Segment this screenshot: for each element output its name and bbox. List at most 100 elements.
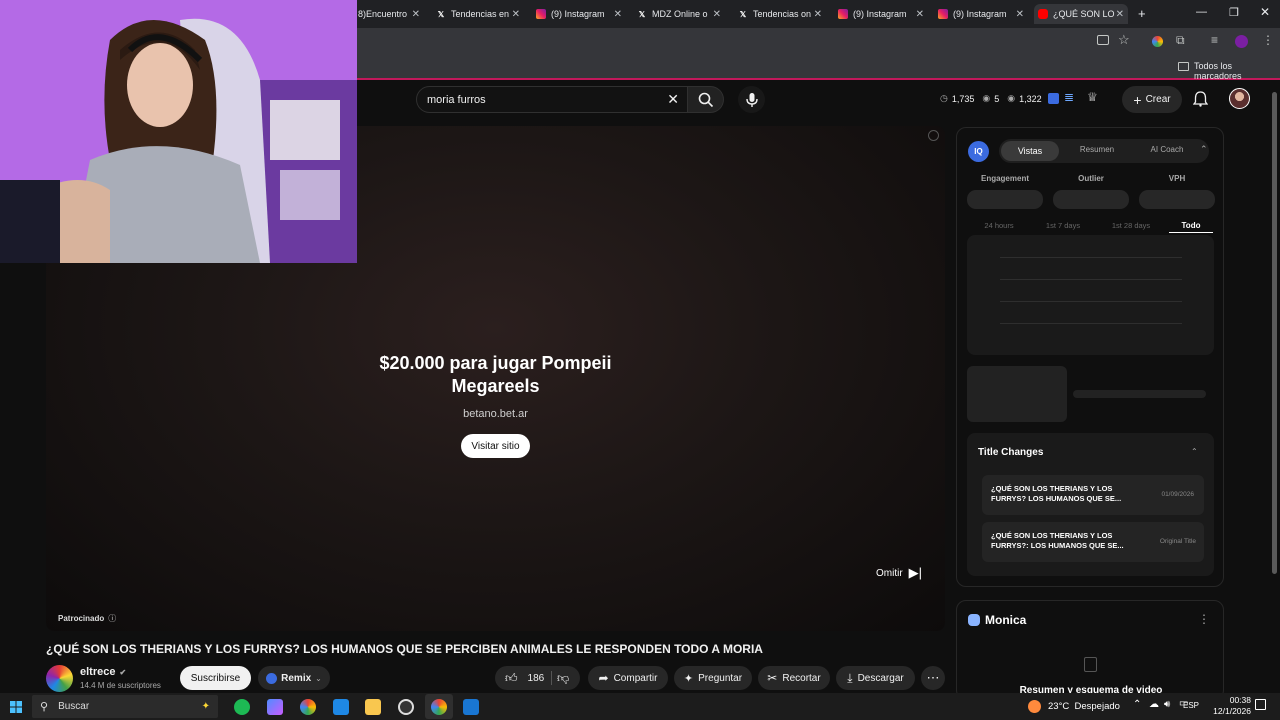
close-icon[interactable]: ✕ [713, 9, 721, 20]
language-indicator[interactable]: ESP [1183, 701, 1199, 710]
browser-tab-active[interactable]: ¿QUÉ SON LO ✕ [1034, 4, 1128, 24]
store-icon[interactable] [333, 699, 349, 715]
more-actions-button[interactable]: ⋯ [921, 666, 945, 690]
minimize-icon[interactable]: — [1196, 6, 1207, 18]
obs-icon[interactable] [398, 699, 414, 715]
taskbar-search[interactable]: ⚲ Buscar ✦ [32, 695, 218, 718]
browser-tab[interactable]: 𝕏 Tendencias on ✕ [738, 4, 822, 24]
thumbs-up-icon[interactable]: 👍︎ [505, 671, 518, 686]
visit-site-button[interactable]: Visitar sitio [461, 434, 530, 458]
volume-icon[interactable]: 🔊︎ [1164, 699, 1170, 710]
notifications-bell-icon[interactable] [1193, 91, 1208, 107]
extension-icon[interactable] [1152, 36, 1163, 47]
like-dislike-group: 👍︎ 186 👎︎ [495, 666, 580, 690]
tab-views[interactable]: Vistas [1001, 141, 1059, 161]
bookmark-star-icon[interactable]: ☆ [1118, 32, 1130, 48]
network-icon[interactable]: ☁ [1149, 699, 1159, 710]
browser-tab[interactable]: (9) Instagram ✕ [938, 4, 1024, 24]
tab-ai-coach[interactable]: AI Coach [1135, 145, 1199, 154]
windows-start-icon[interactable] [10, 701, 22, 713]
chrome-icon[interactable] [431, 699, 447, 715]
user-avatar[interactable] [1229, 88, 1250, 109]
range-28d[interactable]: 1st 28 days [1099, 221, 1163, 230]
range-7d[interactable]: 1st 7 days [1033, 221, 1093, 230]
search-input[interactable]: moria furros ✕ [416, 86, 688, 113]
trophy-icon[interactable]: ♕ [1087, 90, 1098, 104]
close-icon[interactable]: ✕ [916, 9, 924, 20]
profile-avatar-icon[interactable] [1235, 35, 1248, 48]
range-all[interactable]: Todo [1169, 221, 1213, 233]
clip-button[interactable]: ✂ Recortar [758, 666, 830, 690]
browser-tab[interactable]: 𝕏 MDZ Online o ✕ [637, 4, 721, 24]
media-control-icon[interactable]: ≡ [1211, 33, 1218, 47]
browser-tab[interactable]: 8)Encuentro ✕ [358, 4, 420, 24]
remix-button[interactable]: Remix ⌄ [258, 666, 330, 690]
verified-icon: ✔ [119, 667, 127, 677]
clock-time: 00:38 [1229, 695, 1251, 705]
share-button[interactable]: ➦ Compartir [588, 666, 668, 690]
channel-avatar[interactable] [46, 665, 73, 692]
clear-search-icon[interactable]: ✕ [667, 91, 679, 108]
skip-ad-button[interactable]: Omitir ▶| [876, 565, 922, 581]
close-icon[interactable]: ✕ [1116, 9, 1124, 20]
tray-chevron-icon[interactable]: ⌃ [1133, 699, 1141, 710]
title-changes-heading: Title Changes [978, 447, 1044, 458]
install-app-icon[interactable] [1097, 35, 1109, 45]
ad-domain: betano.bet.ar [463, 408, 528, 420]
channel-name-row[interactable]: eltrece ✔ [80, 666, 126, 678]
search-button[interactable] [688, 86, 724, 113]
collapse-chevron-icon[interactable]: ⌃ [1191, 447, 1198, 456]
sponsored-badge: Patrocinado ⓘ [58, 613, 116, 624]
browser-tab[interactable]: 𝕏 Tendencias en ✕ [436, 4, 520, 24]
search-icon: ⚲ [40, 701, 49, 713]
streamer-webcam-image [0, 0, 357, 263]
channel-name[interactable]: eltrece [80, 666, 115, 678]
close-icon[interactable]: ✕ [614, 9, 622, 20]
more-vertical-icon[interactable]: ⋮ [1198, 612, 1210, 626]
menu-kebab-icon[interactable]: ⋮ [1262, 33, 1274, 47]
eye-icon: ◉ [982, 93, 991, 103]
video-title: ¿QUÉ SON LOS THERIANS Y LOS FURRYS? LOS … [46, 642, 763, 656]
close-icon[interactable]: ✕ [1016, 9, 1024, 20]
download-button[interactable]: ⤓ Descargar [836, 666, 915, 690]
subscribe-button[interactable]: Suscribirse [180, 666, 251, 690]
collapse-chevron-icon[interactable]: ⌃ [1200, 144, 1208, 155]
metric-engagement-label: Engagement [980, 174, 1029, 183]
extensions-puzzle-icon[interactable]: ⧉ [1176, 33, 1185, 48]
all-bookmarks-link[interactable]: Todos los marcadores [1194, 61, 1280, 81]
ad-options-icon[interactable] [928, 130, 939, 141]
restore-icon[interactable]: ❐ [1229, 6, 1239, 19]
x-logo-icon: 𝕏 [437, 9, 445, 19]
ad-title: $20.000 para jugar Pompeii Megareels [379, 353, 612, 396]
create-button[interactable]: + Crear [1122, 86, 1182, 113]
weather-text[interactable]: 23°C Despejado [1048, 701, 1120, 712]
chrome-icon[interactable] [300, 699, 316, 715]
youtube-icon [1038, 9, 1048, 19]
editor-icon[interactable] [463, 699, 479, 715]
thumbs-down-icon[interactable]: 👎︎ [557, 671, 569, 686]
clock[interactable]: 00:38 12/1/2026 [1207, 695, 1251, 717]
ask-button[interactable]: ✦ Preguntar [674, 666, 752, 690]
range-24h[interactable]: 24 hours [971, 221, 1027, 230]
new-tab-icon[interactable]: + [1138, 6, 1146, 21]
voice-search-button[interactable] [738, 86, 765, 113]
close-window-icon[interactable]: ✕ [1260, 5, 1270, 19]
like-count[interactable]: 186 [528, 673, 545, 684]
close-icon[interactable]: ✕ [412, 9, 420, 20]
info-icon[interactable]: ⓘ [108, 613, 116, 624]
file-explorer-icon[interactable] [365, 699, 381, 715]
notification-center-icon[interactable] [1255, 699, 1266, 710]
tab-summary[interactable]: Resumen [1067, 145, 1127, 154]
close-icon[interactable]: ✕ [814, 9, 822, 20]
vidiq-icon[interactable] [1048, 93, 1059, 104]
copilot-icon[interactable] [267, 699, 283, 715]
spotify-icon[interactable] [234, 699, 250, 715]
close-icon[interactable]: ✕ [512, 9, 520, 20]
page-scrollbar[interactable] [1272, 92, 1277, 574]
browser-tab[interactable]: (9) Instagram ✕ [536, 4, 622, 24]
browser-tab[interactable]: (9) Instagram ✕ [838, 4, 924, 24]
document-icon [1084, 657, 1097, 672]
weather-icon[interactable] [1028, 700, 1041, 713]
share-label: Compartir [613, 672, 658, 684]
stats-list-icon[interactable]: ≣ [1064, 90, 1074, 104]
